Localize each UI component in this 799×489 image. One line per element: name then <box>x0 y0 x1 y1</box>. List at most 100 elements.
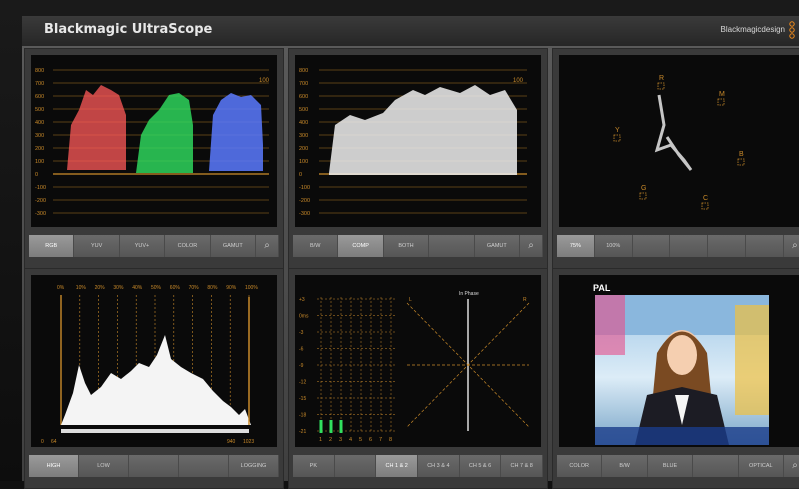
vectorscope-button-2[interactable] <box>632 235 671 257</box>
histogram-top-label: 70% <box>189 285 200 291</box>
picture-zoom-icon[interactable]: ⌕ <box>784 455 799 477</box>
audio-button-1[interactable] <box>334 455 377 477</box>
waveform-zoom-icon[interactable]: ⌕ <box>520 235 544 257</box>
parade-button-3[interactable]: COLOR <box>165 235 211 257</box>
parade-button-1[interactable]: YUV <box>74 235 120 257</box>
audio-button-5[interactable]: CH 7 & 8 <box>501 455 544 477</box>
vectorscope-button-3[interactable] <box>670 235 709 257</box>
audio-channel-label: 8 <box>389 437 392 443</box>
rgb-parade-panel: 800 700 600 500 400 300 200 100 0 -100 -200 -300 10… <box>24 48 284 269</box>
parade-scale-label: 300 <box>35 133 44 139</box>
vector-target-box <box>657 82 665 90</box>
waveform-scale-label: 0 <box>299 172 302 178</box>
audio-channel-label: 3 <box>339 437 342 443</box>
parade-scale-label: 400 <box>35 120 44 126</box>
vectorscope-button-0[interactable]: 75% <box>557 235 595 257</box>
phase-corner-label: R <box>523 297 527 303</box>
audio-level-bar <box>329 420 333 433</box>
vector-trace <box>654 94 693 171</box>
waveform-button-4[interactable]: GAMUT <box>474 235 521 257</box>
audio-channel-label: 5 <box>359 437 362 443</box>
vector-target-label: Y <box>615 127 620 134</box>
picture-button-1[interactable]: B/W <box>602 455 648 477</box>
vectorscope-button-4[interactable] <box>708 235 747 257</box>
waveform-button-3[interactable] <box>429 235 475 257</box>
waveform-scale-label: 400 <box>299 120 308 126</box>
audio-button-0[interactable]: PK <box>293 455 335 477</box>
vector-target-box <box>639 192 647 200</box>
parade-scale-label: -300 <box>35 211 46 217</box>
parade-marker-label: 100 <box>259 78 270 84</box>
parade-scale-label: 700 <box>35 81 44 87</box>
waveform-button-2[interactable]: BOTH <box>383 235 430 257</box>
audio-graph: +3 0ms -3 -6 -9 -12 -15 -18 -21 1 2 3 4 5 6 7 8 In Phase… <box>299 291 530 443</box>
audio-level-bar <box>319 420 323 433</box>
histogram-button-2[interactable] <box>129 455 179 477</box>
waveform-scale-label: 600 <box>299 94 308 100</box>
picture-button-0[interactable]: COLOR <box>557 455 603 477</box>
waveform-panel: 800 700 600 500 400 300 200 100 0 -100 -200 -300 10… <box>288 48 548 269</box>
audio-channel-label: 4 <box>349 437 352 443</box>
parade-scale-label: -200 <box>35 198 46 204</box>
audio-db-label: -21 <box>299 429 306 435</box>
audio-button-2[interactable]: CH 1 & 2 <box>376 455 419 477</box>
audio-channel-label: 7 <box>379 437 382 443</box>
parade-scale-label: 800 <box>35 68 44 74</box>
histogram-top-label: 100% <box>245 285 258 291</box>
brand-logo-icon <box>789 21 795 39</box>
vector-target-label: C <box>703 195 708 202</box>
picture-button-4[interactable]: OPTICAL <box>738 455 785 477</box>
picture-button-2[interactable]: BLUE <box>647 455 694 477</box>
waveform-button-0[interactable]: B/W <box>293 235 339 257</box>
vector-target-label: B <box>739 151 744 158</box>
parade-button-4[interactable]: GAMUT <box>210 235 257 257</box>
vector-target-box <box>613 134 621 142</box>
vector-target-box <box>717 98 725 106</box>
parade-button-0[interactable]: RGB <box>29 235 75 257</box>
waveform-scale-label: -300 <box>299 211 310 217</box>
waveform-button-1[interactable]: COMP <box>338 235 384 257</box>
waveform-scale-label: 800 <box>299 68 308 74</box>
waveform-scale-label: 500 <box>299 107 308 113</box>
histogram-graph: 0% 10% 20% 30% 40% 50% 60% 70% 80% 90% 100% 0 64 940 1… <box>41 285 258 445</box>
audio-db-label: -6 <box>299 347 304 353</box>
audio-button-4[interactable]: CH 5 & 6 <box>459 455 502 477</box>
parade-screen: 800 700 600 500 400 300 200 100 0 -100 -200 -300 10… <box>31 55 277 227</box>
vectorscope-zoom-icon[interactable]: ⌕ <box>783 235 799 257</box>
waveform-marker-label: 100 <box>513 78 524 84</box>
audio-db-label: -3 <box>299 330 304 336</box>
audio-button-3[interactable]: CH 3 & 4 <box>418 455 460 477</box>
waveform-scale-label: 700 <box>299 81 308 87</box>
vectorscope-graph: R M B C G Y <box>613 75 745 210</box>
audio-level-bar <box>339 420 343 433</box>
parade-scale-label: 0 <box>35 172 38 178</box>
video-format-label: PAL <box>593 283 611 293</box>
parade-zoom-icon[interactable]: ⌕ <box>256 235 280 257</box>
audio-meters: +3 0ms -3 -6 -9 -12 -15 -18 -21 1 2 3 4 5 6 7 8 <box>299 297 395 443</box>
histogram-top-label: 60% <box>170 285 181 291</box>
vectorscope-button-1[interactable]: 100% <box>594 235 633 257</box>
audio-db-label: -15 <box>299 396 306 402</box>
green-trace <box>136 93 193 173</box>
waveform-screen: 800 700 600 500 400 300 200 100 0 -100 -200 -300 10… <box>295 55 541 227</box>
picture-toolbar: COLOR B/W BLUE OPTICAL ⌕ <box>557 455 799 477</box>
histogram-panel: 0% 10% 20% 30% 40% 50% 60% 70% 80% 90% 100% 0 64 940 1… <box>24 268 284 489</box>
waveform-scale-label: 300 <box>299 133 308 139</box>
histogram-button-3[interactable] <box>179 455 229 477</box>
red-trace <box>67 85 126 170</box>
scope-grid: 800 700 600 500 400 300 200 100 0 -100 -200 -300 10… <box>22 46 799 489</box>
histogram-button-0[interactable]: HIGH <box>29 455 79 477</box>
audio-screen: +3 0ms -3 -6 -9 -12 -15 -18 -21 1 2 3 4 5 6 7 8 In Phase… <box>295 275 541 447</box>
histogram-top-label: 80% <box>207 285 218 291</box>
picture-button-3[interactable] <box>693 455 739 477</box>
presenter-image <box>595 295 769 445</box>
histogram-button-4[interactable]: LOGGING <box>229 455 279 477</box>
parade-button-2[interactable]: YUV+ <box>119 235 166 257</box>
vectorscope-button-5[interactable] <box>746 235 784 257</box>
vector-targets: R M B C G Y <box>613 75 745 210</box>
histogram-bottom-label: 1023 <box>243 439 254 445</box>
luma-trace <box>329 85 517 175</box>
histogram-button-1[interactable]: LOW <box>79 455 129 477</box>
vector-target-box <box>737 158 745 166</box>
phase-scope: In Phase L R <box>406 291 530 431</box>
